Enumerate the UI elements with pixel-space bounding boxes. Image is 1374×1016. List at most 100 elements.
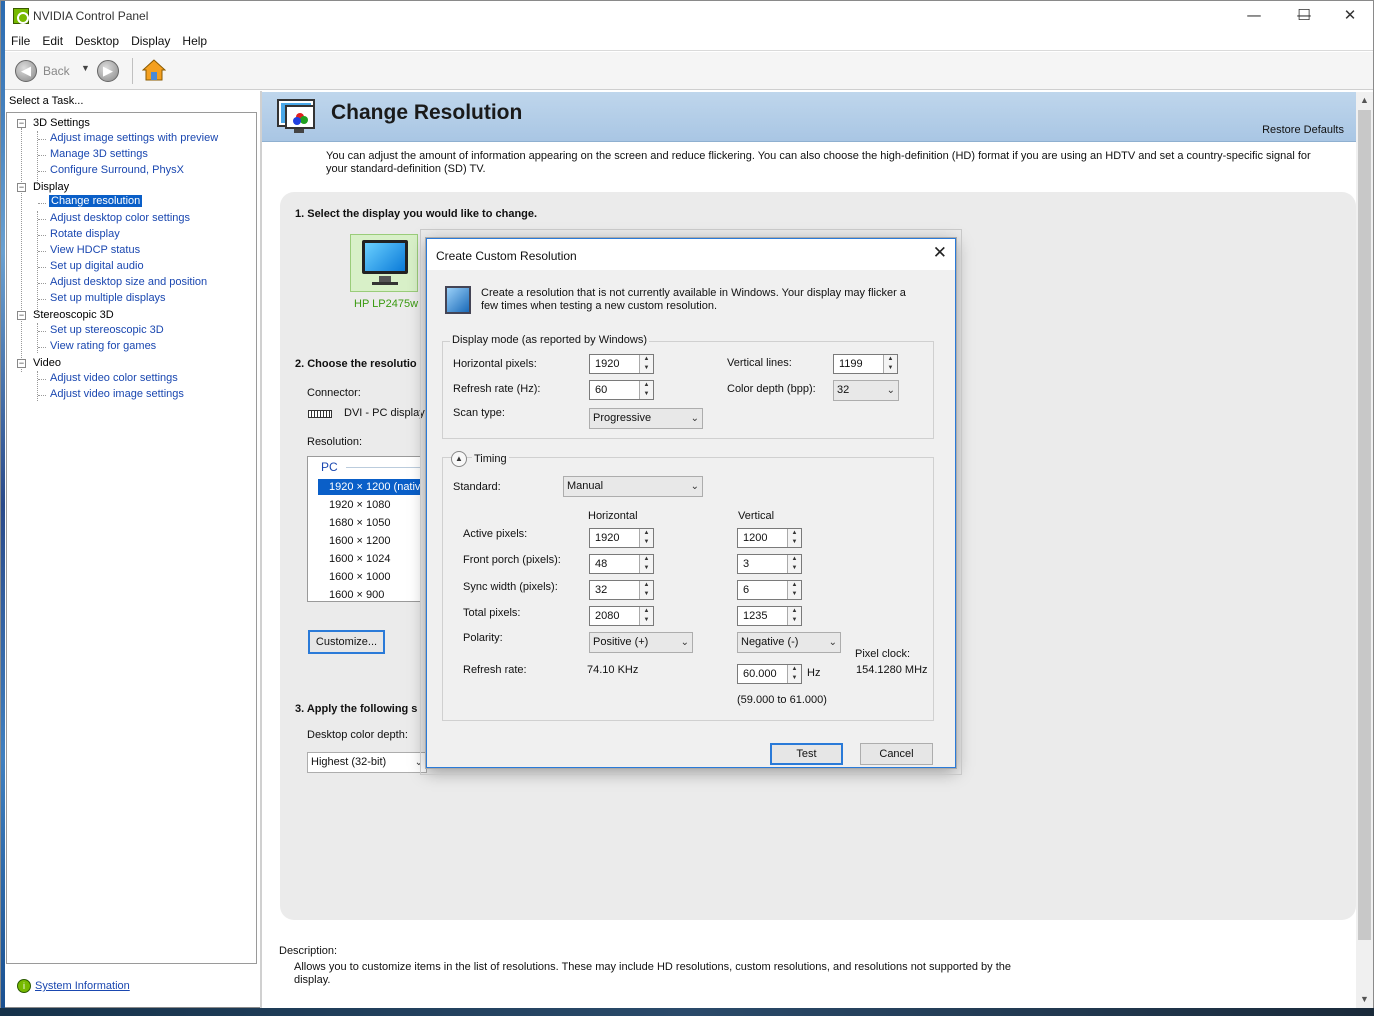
res-item-1600x900[interactable]: 1600 × 900 <box>318 587 420 601</box>
stepper-down-icon[interactable]: ▼ <box>788 538 801 547</box>
close-button[interactable]: ✕ <box>1327 1 1373 31</box>
forward-arrow-icon[interactable]: ▶ <box>97 60 119 82</box>
front-porch-h-stepper[interactable]: 48 ▲ ▼ <box>589 554 654 574</box>
active-pixels-v-stepper[interactable]: 1200 ▲ ▼ <box>737 528 802 548</box>
scan-type-select[interactable]: Progressive ⌄ <box>589 408 703 429</box>
stepper-down-icon[interactable]: ▼ <box>788 616 801 625</box>
stepper-up-icon[interactable]: ▲ <box>788 665 801 674</box>
res-item-1600x1200[interactable]: 1600 × 1200 <box>318 533 420 549</box>
menu-edit[interactable]: Edit <box>36 31 69 51</box>
stepper-up-icon[interactable]: ▲ <box>640 607 653 616</box>
menu-desktop[interactable]: Desktop <box>69 31 125 51</box>
refresh-rate-stepper[interactable]: 60 ▲ ▼ <box>589 380 654 400</box>
scroll-up-icon[interactable]: ▲ <box>1356 92 1373 109</box>
stepper-up-icon[interactable]: ▲ <box>640 381 653 390</box>
res-item-1600x1000[interactable]: 1600 × 1000 <box>318 569 420 585</box>
tree-link-adjust-video-color[interactable]: Adjust video color settings <box>50 372 178 384</box>
tree-link-set-up-stereoscopic[interactable]: Set up stereoscopic 3D <box>50 324 164 336</box>
stepper-up-icon[interactable]: ▲ <box>640 355 653 364</box>
tree-link-manage-3d-settings[interactable]: Manage 3D settings <box>50 148 148 160</box>
tree-link-adjust-video-image[interactable]: Adjust video image settings <box>50 388 184 400</box>
stepper-up-icon[interactable]: ▲ <box>640 529 653 538</box>
stepper-down-icon[interactable]: ▼ <box>640 390 653 399</box>
stepper-down-icon[interactable]: ▼ <box>640 538 653 547</box>
back-history-dropdown-icon[interactable]: ▼ <box>81 63 90 73</box>
test-button[interactable]: Test <box>770 743 843 765</box>
polarity-v-select[interactable]: Negative (-) ⌄ <box>737 632 841 653</box>
maximize-button[interactable]: ☐ <box>1281 1 1327 31</box>
scrollbar-thumb[interactable] <box>1358 110 1371 940</box>
res-item-1680x1050[interactable]: 1680 × 1050 <box>318 515 420 531</box>
tree-link-rotate-display[interactable]: Rotate display <box>50 228 120 240</box>
standard-select[interactable]: Manual ⌄ <box>563 476 703 497</box>
sync-width-h-stepper[interactable]: 32 ▲ ▼ <box>589 580 654 600</box>
res-item-1920x1200[interactable]: 1920 × 1200 (nativ <box>318 479 420 495</box>
stepper-down-icon[interactable]: ▼ <box>788 564 801 573</box>
front-porch-v-stepper[interactable]: 3 ▲ ▼ <box>737 554 802 574</box>
expand-video-icon[interactable]: − <box>17 359 26 368</box>
scroll-down-icon[interactable]: ▼ <box>1356 991 1373 1008</box>
back-arrow-icon[interactable]: ◀ <box>15 60 37 82</box>
total-pixels-v-stepper[interactable]: 1235 ▲ ▼ <box>737 606 802 626</box>
cancel-button[interactable]: Cancel <box>860 743 933 765</box>
expand-display-icon[interactable]: − <box>17 183 26 192</box>
dialog-close-button[interactable]: ✕ <box>933 243 947 263</box>
tree-link-adjust-desktop-color[interactable]: Adjust desktop color settings <box>50 212 190 224</box>
dialog-title-bar[interactable]: Create Custom Resolution ✕ <box>427 239 955 270</box>
system-information-label[interactable]: System Information <box>35 980 130 992</box>
tree-link-view-rating-for-games[interactable]: View rating for games <box>50 340 156 352</box>
stepper-up-icon[interactable]: ▲ <box>640 555 653 564</box>
tree-category-display[interactable]: Display <box>33 181 69 193</box>
stepper-down-icon[interactable]: ▼ <box>788 674 801 683</box>
color-depth-select[interactable]: Highest (32-bit) ⌄ <box>307 752 427 773</box>
home-icon[interactable] <box>142 58 166 82</box>
total-pixels-h-stepper[interactable]: 2080 ▲ ▼ <box>589 606 654 626</box>
tree-category-video[interactable]: Video <box>33 357 61 369</box>
tree-category-stereoscopic-3d[interactable]: Stereoscopic 3D <box>33 309 114 321</box>
task-tree[interactable]: − 3D Settings Adjust image settings with… <box>6 112 257 964</box>
horizontal-pixels-stepper[interactable]: 1920 ▲ ▼ <box>589 354 654 374</box>
menu-file[interactable]: File <box>5 31 36 51</box>
tree-link-adjust-desktop-size[interactable]: Adjust desktop size and position <box>50 276 207 288</box>
collapse-timing-icon[interactable]: ▲ <box>451 451 467 467</box>
stepper-up-icon[interactable]: ▲ <box>884 355 897 364</box>
stepper-down-icon[interactable]: ▼ <box>640 590 653 599</box>
stepper-down-icon[interactable]: ▼ <box>640 616 653 625</box>
minimize-glyph[interactable]: — <box>1231 1 1277 31</box>
vertical-lines-stepper[interactable]: 1199 ▲ ▼ <box>833 354 898 374</box>
tree-link-configure-surround[interactable]: Configure Surround, PhysX <box>50 164 184 176</box>
color-depth-bpp-select[interactable]: 32 ⌄ <box>833 380 899 401</box>
stepper-up-icon[interactable]: ▲ <box>788 529 801 538</box>
res-item-1920x1080[interactable]: 1920 × 1080 <box>318 497 420 513</box>
expand-3d-settings-icon[interactable]: − <box>17 119 26 128</box>
tree-link-change-resolution[interactable]: Change resolution <box>49 195 143 207</box>
stepper-up-icon[interactable]: ▲ <box>640 581 653 590</box>
stepper-down-icon[interactable]: ▼ <box>788 590 801 599</box>
stepper-down-icon[interactable]: ▼ <box>640 564 653 573</box>
tree-link-set-up-digital-audio[interactable]: Set up digital audio <box>50 260 144 272</box>
stepper-up-icon[interactable]: ▲ <box>788 607 801 616</box>
restore-defaults-link[interactable]: Restore Defaults <box>1262 124 1344 136</box>
tree-link-view-hdcp-status[interactable]: View HDCP status <box>50 244 140 256</box>
customize-button[interactable]: Customize... <box>308 630 385 654</box>
resolution-list[interactable]: PC 1920 × 1200 (nativ 1920 × 1080 1680 ×… <box>307 456 421 602</box>
sync-width-v-stepper[interactable]: 6 ▲ ▼ <box>737 580 802 600</box>
stepper-up-icon[interactable]: ▲ <box>788 555 801 564</box>
stepper-down-icon[interactable]: ▼ <box>640 364 653 373</box>
polarity-h-select[interactable]: Positive (+) ⌄ <box>589 632 693 653</box>
expand-stereoscopic-icon[interactable]: − <box>17 311 26 320</box>
title-bar[interactable]: NVIDIA Control Panel — <box>5 1 1373 31</box>
menu-help[interactable]: Help <box>176 31 213 51</box>
display-tile-hp[interactable] <box>350 234 418 292</box>
tree-link-adjust-image-settings[interactable]: Adjust image settings with preview <box>50 132 218 144</box>
active-pixels-h-stepper[interactable]: 1920 ▲ ▼ <box>589 528 654 548</box>
vertical-scrollbar[interactable]: ▲ ▼ <box>1356 92 1373 1008</box>
tree-link-set-up-multiple-displays[interactable]: Set up multiple displays <box>50 292 166 304</box>
refresh-rate-v-stepper[interactable]: 60.000 ▲ ▼ <box>737 664 802 684</box>
stepper-down-icon[interactable]: ▼ <box>884 364 897 373</box>
tree-category-3d-settings[interactable]: 3D Settings <box>33 117 90 129</box>
res-item-1600x1024[interactable]: 1600 × 1024 <box>318 551 420 567</box>
back-button-label[interactable]: Back <box>43 64 70 78</box>
stepper-up-icon[interactable]: ▲ <box>788 581 801 590</box>
menu-display[interactable]: Display <box>125 31 176 51</box>
